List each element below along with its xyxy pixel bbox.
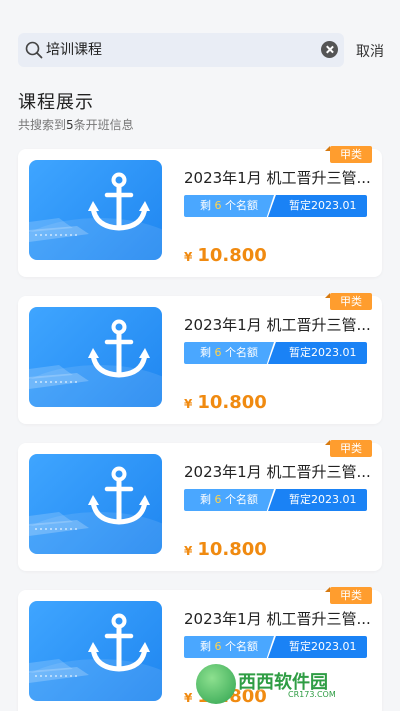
anchor-icon (88, 172, 150, 231)
course-thumbnail (29, 454, 162, 554)
course-thumbnail (29, 160, 162, 260)
search-icon (25, 41, 43, 59)
course-badges: 剩 6 个名额 暂定2023.01 (184, 636, 367, 658)
course-card[interactable]: 甲类 2023年1月 机工晋升三管... 剩 6 个名额 暂定2023.01 ¥… (18, 440, 382, 571)
course-title: 2023年1月 机工晋升三管... (184, 463, 371, 481)
clear-icon[interactable] (321, 41, 338, 58)
ship-icon (29, 218, 89, 242)
ship-icon (29, 512, 89, 536)
price-amount: 10.800 (197, 392, 267, 413)
date-badge: 暂定2023.01 (268, 636, 367, 658)
watermark-logo: 西西软件园 CR173.COM (196, 664, 380, 704)
search-input[interactable]: 培训课程 (46, 41, 102, 59)
course-title: 2023年1月 机工晋升三管... (184, 316, 371, 334)
course-title: 2023年1月 机工晋升三管... (184, 169, 371, 187)
result-suffix: 条开班信息 (73, 118, 134, 132)
course-thumbnail (29, 601, 162, 701)
course-badges: 剩 6 个名额 暂定2023.01 (184, 489, 367, 511)
result-count: 5 (66, 118, 74, 132)
result-summary: 共搜索到5条开班信息 (18, 116, 134, 133)
price-amount: 10.800 (197, 245, 267, 266)
cancel-button[interactable]: 取消 (356, 41, 384, 61)
course-price: ¥10.800 (184, 392, 267, 413)
date-badge: 暂定2023.01 (268, 489, 367, 511)
price-amount: 10.800 (197, 539, 267, 560)
currency-symbol: ¥ (184, 250, 193, 264)
course-price: ¥10.800 (184, 245, 267, 266)
ship-icon (29, 659, 89, 683)
category-tag: 甲类 (325, 146, 372, 163)
anchor-icon (88, 613, 150, 672)
currency-symbol: ¥ (184, 544, 193, 558)
course-badges: 剩 6 个名额 暂定2023.01 (184, 195, 367, 217)
category-tag: 甲类 (325, 440, 372, 457)
currency-symbol: ¥ (184, 397, 193, 411)
category-tag: 甲类 (325, 293, 372, 310)
course-card[interactable]: 甲类 2023年1月 机工晋升三管... 剩 6 个名额 暂定2023.01 ¥… (18, 146, 382, 277)
remaining-seats-badge: 剩 6 个名额 (184, 342, 274, 364)
course-price: ¥10.800 (184, 539, 267, 560)
ship-icon (29, 365, 89, 389)
date-badge: 暂定2023.01 (268, 195, 367, 217)
watermark-emblem-icon (196, 664, 236, 704)
remaining-seats-badge: 剩 6 个名额 (184, 195, 274, 217)
section-title: 课程展示 (18, 92, 94, 113)
course-thumbnail (29, 307, 162, 407)
course-card[interactable]: 甲类 2023年1月 机工晋升三管... 剩 6 个名额 暂定2023.01 ¥… (18, 293, 382, 424)
result-prefix: 共搜索到 (18, 118, 67, 132)
course-title: 2023年1月 机工晋升三管... (184, 610, 371, 628)
course-badges: 剩 6 个名额 暂定2023.01 (184, 342, 367, 364)
search-box[interactable]: 培训课程 (18, 33, 344, 67)
category-tag: 甲类 (325, 587, 372, 604)
remaining-seats-badge: 剩 6 个名额 (184, 636, 274, 658)
remaining-seats-badge: 剩 6 个名额 (184, 489, 274, 511)
currency-symbol: ¥ (184, 691, 193, 705)
date-badge: 暂定2023.01 (268, 342, 367, 364)
anchor-icon (88, 466, 150, 525)
top-bar: 培训课程 取消 (0, 0, 400, 74)
anchor-icon (88, 319, 150, 378)
watermark-sub: CR173.COM (288, 690, 336, 699)
